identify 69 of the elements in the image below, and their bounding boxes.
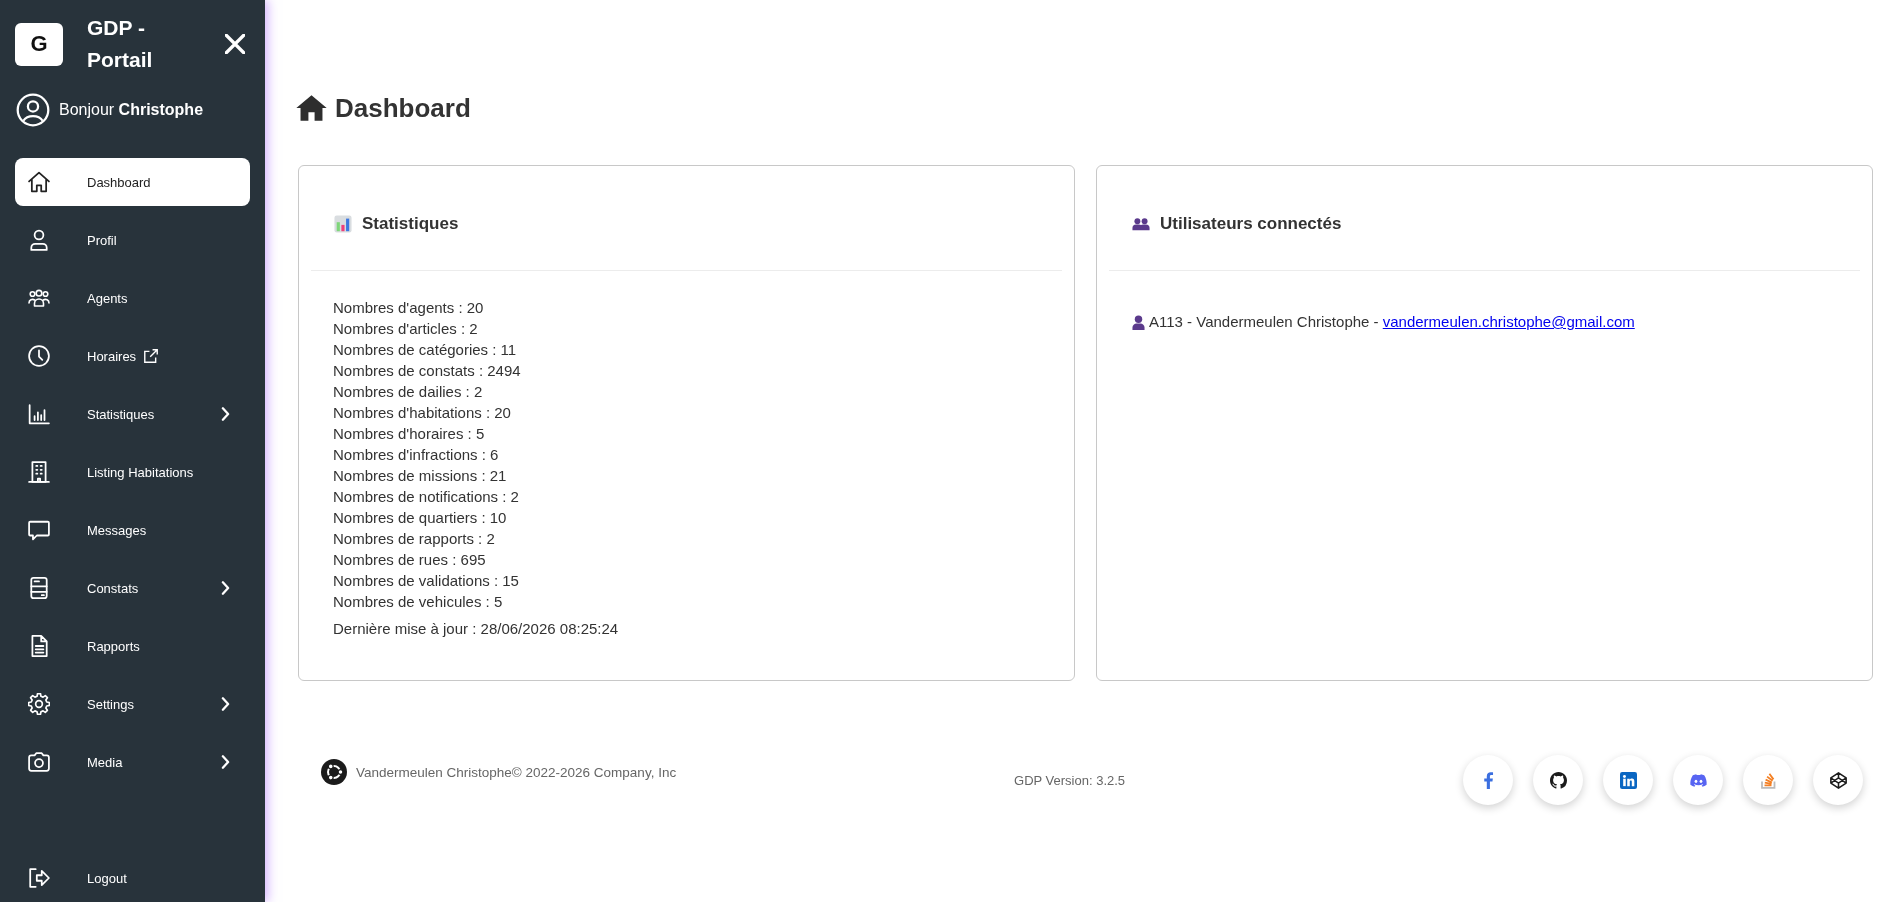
linkedin-icon: [1619, 771, 1637, 789]
social-button[interactable]: [1533, 755, 1583, 805]
nav-item[interactable]: Listing Habitations: [15, 448, 250, 496]
greeting-text: Bonjour Christophe: [59, 101, 204, 119]
stat-line: Nombres de constats : 2494: [333, 361, 522, 381]
stat-line: Nombres de rues : 695: [333, 550, 487, 570]
chat-bubble-icon: [28, 519, 50, 541]
stat-line: Nombres d'agents : 20: [333, 298, 485, 318]
stack-icon: [1759, 771, 1777, 789]
stat-line: Nombres d'horaires : 5: [333, 424, 486, 444]
person-icon: [28, 229, 50, 251]
people-icon: [1132, 215, 1150, 233]
stat-line: Nombres de dailies : 2: [333, 382, 484, 402]
chevron-right-icon: [221, 581, 230, 595]
camera-icon: [28, 751, 50, 773]
building-icon: [28, 461, 50, 483]
page-title: Dashboard: [335, 92, 471, 124]
external-link-icon: [144, 349, 159, 363]
card-title: Utilisateurs connectés: [1160, 213, 1342, 235]
circle-logo-icon: [321, 759, 347, 785]
person-icon: [1132, 314, 1145, 330]
stat-line: Nombres de quartiers : 10: [333, 508, 508, 528]
discord-icon: [1689, 771, 1707, 789]
nav-item[interactable]: Rapports: [15, 622, 250, 670]
stat-line: Nombres de missions : 21: [333, 466, 508, 486]
nav-item[interactable]: Horaires: [15, 332, 250, 380]
app-logo: G: [15, 22, 63, 66]
stat-line: Nombres de catégories : 11: [333, 340, 518, 360]
chevron-right-icon: [221, 407, 230, 421]
form-document-icon: [28, 577, 50, 599]
chevron-right-icon: [221, 697, 230, 711]
chart-emoji-icon: [334, 215, 352, 233]
logout-button[interactable]: Logout: [15, 854, 250, 902]
stat-line: Nombres de notifications : 2: [333, 487, 520, 507]
nav-item[interactable]: Settings: [15, 680, 250, 728]
stat-line: Nombres d'infractions : 6: [333, 445, 500, 465]
last-update-text: Dernière mise à jour : 28/06/2026 08:25:24: [333, 619, 620, 639]
cube-icon: [1829, 771, 1847, 789]
nav-item[interactable]: Media: [15, 738, 250, 786]
github-icon: [1549, 771, 1567, 789]
home-icon: [28, 171, 50, 193]
social-button[interactable]: [1813, 755, 1863, 805]
stat-line: Nombres de vehicules : 5: [333, 592, 504, 612]
nav-item[interactable]: Dashboard: [15, 158, 250, 206]
settings-icon: [28, 693, 50, 715]
nav-item[interactable]: Constats: [15, 564, 250, 612]
nav-item[interactable]: Agents: [15, 274, 250, 322]
stat-line: Nombres de rapports : 2: [333, 529, 496, 549]
nav-item[interactable]: Statistiques: [15, 390, 250, 438]
stat-line: Nombres d'habitations : 20: [333, 403, 512, 423]
nav-item[interactable]: Profil: [15, 216, 250, 264]
stat-line: Nombres d'articles : 2: [333, 319, 479, 339]
user-avatar-icon: [16, 93, 50, 127]
chevron-right-icon: [221, 755, 230, 769]
close-button[interactable]: [225, 34, 245, 54]
connected-user-text: A113 - Vandermeulen Christophe - vandermeulen.christophe@gmail.com: [1149, 312, 1635, 332]
email-link[interactable]: vandermeulen.christophe@gmail.com: [1382, 313, 1635, 330]
version-text: GDP Version: 3.2.5: [1014, 772, 1126, 788]
clock-icon: [28, 345, 50, 367]
close-icon: [225, 34, 245, 54]
bar-chart-icon: [28, 403, 50, 425]
logout-icon: [28, 867, 50, 889]
home-icon: [296, 95, 327, 121]
copyright-text: Vandermeulen Christophe© 2022-2026 Company, Inc: [356, 764, 677, 780]
nav-item[interactable]: Messages: [15, 506, 250, 554]
stat-line: Nombres de validations : 15: [333, 571, 520, 591]
people-icon: [28, 287, 50, 309]
app-name: GDP - Portail: [87, 15, 154, 73]
card-title: Statistiques: [362, 213, 459, 235]
